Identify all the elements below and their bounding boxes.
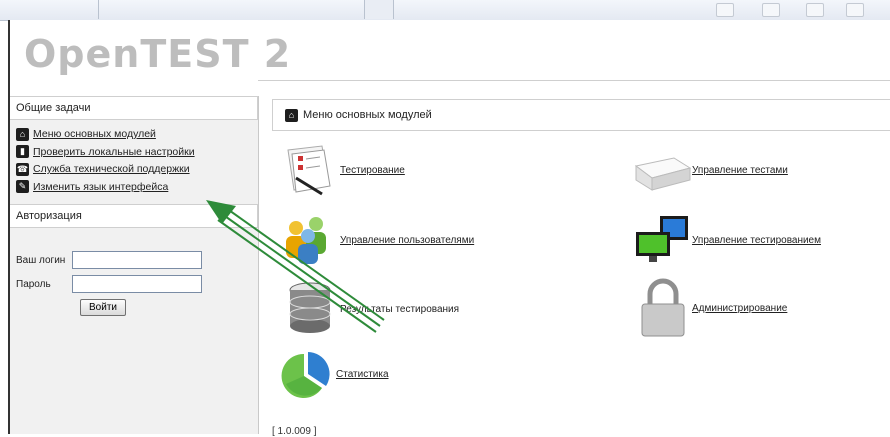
close-icon[interactable]	[806, 3, 824, 17]
task-menu-modules[interactable]: ⌂ Меню основных модулей	[16, 126, 258, 142]
browser-tab[interactable]	[364, 0, 394, 19]
wrench-icon: ✎	[16, 180, 29, 193]
header-divider	[258, 80, 890, 81]
paper-stack-icon	[634, 157, 692, 191]
module-administration[interactable]: Администрирование	[634, 278, 787, 338]
monitors-icon	[636, 216, 688, 262]
password-input[interactable]	[72, 275, 202, 293]
task-link[interactable]: Изменить язык интерфейса	[33, 181, 168, 193]
phone-icon: ☎	[16, 162, 29, 176]
version-text: [ 1.0.009 ]	[272, 426, 317, 437]
pie-chart-icon	[281, 352, 330, 398]
task-link[interactable]: Меню основных модулей	[33, 128, 156, 140]
password-label: Пароль	[16, 278, 51, 290]
tasks-heading: Общие задачи	[10, 96, 258, 120]
auth-form: Ваш логин Пароль Войти	[10, 228, 258, 316]
module-link[interactable]: Управление тестами	[692, 165, 788, 176]
module-testing[interactable]: Тестирование	[282, 144, 405, 196]
home-icon: ⌂	[285, 108, 298, 122]
login-label: Ваш логин	[16, 254, 66, 266]
tasks-list: ⌂ Меню основных модулей ▮ Проверить лока…	[10, 120, 258, 200]
auth-heading: Авторизация	[10, 204, 258, 228]
module-link[interactable]: Управление пользователями	[340, 235, 474, 246]
task-link[interactable]: Служба технической поддержки	[33, 163, 190, 175]
minimize-icon[interactable]	[716, 3, 734, 17]
padlock-icon	[641, 278, 685, 337]
task-support[interactable]: ☎ Служба технической поддержки	[16, 161, 258, 177]
module-testing-management[interactable]: Управление тестированием	[634, 214, 821, 266]
home-icon: ⌂	[16, 127, 29, 141]
task-change-language[interactable]: ✎ Изменить язык интерфейса	[16, 179, 258, 195]
login-input[interactable]	[72, 251, 202, 269]
module-statistics[interactable]: Статистика	[278, 348, 389, 400]
module-label[interactable]: Результаты тестирования	[340, 304, 459, 315]
chart-icon: ▮	[16, 145, 29, 158]
module-link[interactable]: Статистика	[336, 369, 389, 380]
browser-tab[interactable]	[0, 0, 99, 19]
modules-header: ⌂ Меню основных модулей	[272, 99, 890, 131]
restore-icon[interactable]	[762, 3, 780, 17]
login-button[interactable]: Войти	[80, 299, 126, 316]
module-link[interactable]: Тестирование	[340, 165, 405, 176]
menu-icon[interactable]	[846, 3, 864, 17]
module-link[interactable]: Администрирование	[692, 303, 787, 314]
browser-top-strip	[0, 0, 890, 21]
modules-header-title: Меню основных модулей	[303, 109, 432, 121]
task-link[interactable]: Проверить локальные настройки	[33, 146, 195, 158]
module-user-management[interactable]: Управление пользователями	[282, 214, 474, 266]
module-link[interactable]: Управление тестированием	[692, 235, 821, 246]
module-test-results[interactable]: Результаты тестирования	[282, 280, 459, 338]
task-check-settings[interactable]: ▮ Проверить локальные настройки	[16, 144, 258, 160]
app-logo: OpenTEST 2	[24, 32, 292, 76]
database-icon	[289, 282, 331, 333]
test-sheet-icon	[287, 145, 331, 196]
module-test-management[interactable]: Управление тестами	[634, 144, 788, 196]
left-panel: Общие задачи ⌂ Меню основных модулей ▮ П…	[10, 96, 259, 434]
users-icon	[286, 217, 326, 264]
